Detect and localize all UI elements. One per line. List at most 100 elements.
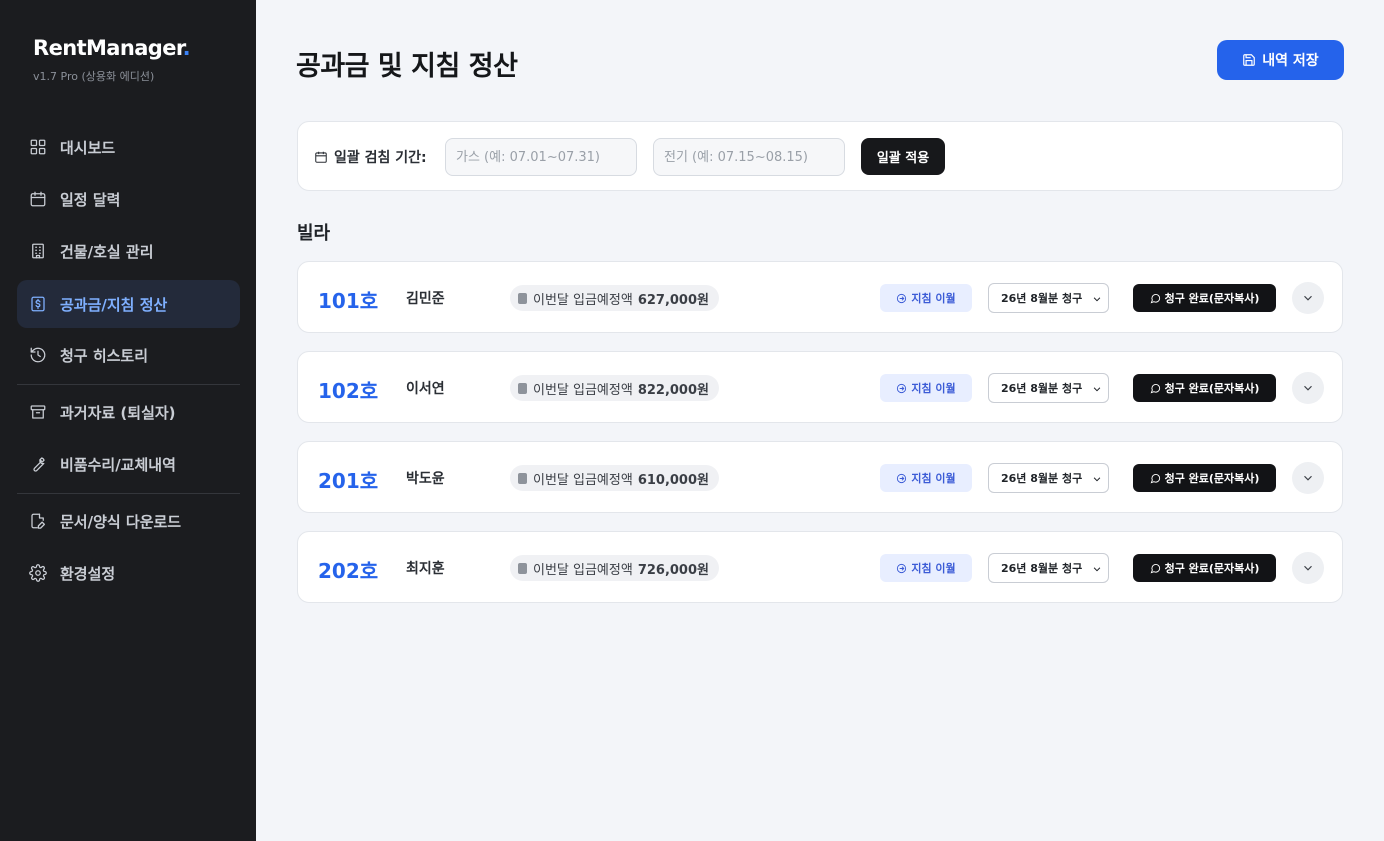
unit-card: 101호 김민준 이번달 입금예정액 627,000원 지침 이월 26년 8월분… — [297, 261, 1343, 333]
sidebar-item-documents[interactable]: 문서/양식 다운로드 — [17, 497, 240, 545]
chevron-down-icon — [1093, 297, 1101, 302]
billed-label: 청구 완료(문자복사) — [1164, 292, 1260, 305]
sidebar: RentManager. v1.7 Pro (상용화 에디션) 대시보드 일정 … — [0, 0, 256, 841]
receipt-icon — [518, 562, 527, 574]
sidebar-item-label: 공과금/지침 정산 — [60, 295, 168, 314]
save-history-button[interactable]: 내역 저장 — [1217, 40, 1344, 80]
bulk-apply-button[interactable]: 일괄 적용 — [861, 138, 945, 175]
sidebar-item-label: 일정 달력 — [60, 190, 121, 209]
sidebar-item-dashboard[interactable]: 대시보드 — [17, 123, 240, 171]
receipt-icon — [29, 295, 47, 313]
history-icon — [29, 346, 47, 364]
electric-period-input[interactable] — [653, 138, 845, 176]
message-icon — [1150, 563, 1160, 573]
unit-card: 201호 박도윤 이번달 입금예정액 610,000원 지침 이월 26년 8월분… — [297, 441, 1343, 513]
sidebar-item-label: 대시보드 — [60, 138, 116, 157]
carry-over-button[interactable]: 지침 이월 — [880, 374, 972, 402]
brand-logo: RentManager. — [33, 36, 191, 60]
billed-copy-sms-button[interactable]: 청구 완료(문자복사) — [1133, 554, 1276, 582]
billed-copy-sms-button[interactable]: 청구 완료(문자복사) — [1133, 464, 1276, 492]
deposit-badge: 이번달 입금예정액 627,000원 — [510, 285, 719, 311]
chevron-down-icon — [1304, 565, 1312, 571]
arrow-circle-right-icon — [897, 473, 907, 483]
version-label: v1.7 Pro (상용화 에디션) — [33, 70, 155, 83]
unit-card: 102호 이서연 이번달 입금예정액 822,000원 지침 이월 26년 8월분… — [297, 351, 1343, 423]
deposit-badge: 이번달 입금예정액 726,000원 — [510, 555, 719, 581]
billing-month-select[interactable]: 26년 8월분 청구 — [988, 553, 1109, 583]
carry-over-button[interactable]: 지침 이월 — [880, 284, 972, 312]
tenant-name: 김민준 — [406, 291, 445, 307]
calendar-icon — [29, 190, 47, 208]
sidebar-item-label: 과거자료 (퇴실자) — [60, 403, 176, 422]
expand-button[interactable] — [1292, 462, 1324, 494]
sidebar-item-buildings[interactable]: 건물/호실 관리 — [17, 227, 240, 275]
chevron-down-icon — [1304, 475, 1312, 481]
brand-dot: . — [182, 36, 191, 60]
sidebar-divider — [17, 493, 240, 494]
sidebar-item-label: 청구 히스토리 — [60, 346, 149, 365]
unit-number[interactable]: 101호 — [318, 285, 378, 314]
deposit-amount: 627,000원 — [637, 292, 709, 308]
receipt-icon — [518, 382, 527, 394]
message-icon — [1150, 383, 1160, 393]
carry-over-button[interactable]: 지침 이월 — [880, 554, 972, 582]
sidebar-item-history[interactable]: 청구 히스토리 — [17, 331, 240, 379]
unit-number[interactable]: 202호 — [318, 555, 378, 584]
billing-month-select[interactable]: 26년 8월분 청구 — [988, 283, 1109, 313]
expand-button[interactable] — [1292, 372, 1324, 404]
brand-name: RentManager — [33, 36, 183, 60]
billing-month-select[interactable]: 26년 8월분 청구 — [988, 463, 1109, 493]
billed-copy-sms-button[interactable]: 청구 완료(문자복사) — [1133, 374, 1276, 402]
page-title: 공과금 및 지침 정산 — [296, 51, 518, 82]
gas-period-input[interactable] — [445, 138, 637, 176]
chevron-down-icon — [1093, 387, 1101, 392]
tenant-name: 박도윤 — [406, 471, 445, 487]
sidebar-item-calendar[interactable]: 일정 달력 — [17, 175, 240, 223]
deposit-badge: 이번달 입금예정액 610,000원 — [510, 465, 719, 491]
sidebar-item-settings[interactable]: 환경설정 — [17, 549, 240, 597]
chevron-down-icon — [1093, 477, 1101, 482]
billing-month-value: 26년 8월분 청구 — [1001, 382, 1083, 395]
building-icon — [29, 242, 47, 260]
billing-month-select[interactable]: 26년 8월분 청구 — [988, 373, 1109, 403]
unit-number[interactable]: 201호 — [318, 465, 378, 494]
deposit-amount: 726,000원 — [637, 562, 709, 578]
deposit-label: 이번달 입금예정액 — [533, 472, 633, 488]
deposit-badge: 이번달 입금예정액 822,000원 — [510, 375, 719, 401]
sidebar-item-label: 문서/양식 다운로드 — [60, 512, 182, 531]
billing-month-value: 26년 8월분 청구 — [1001, 472, 1083, 485]
billed-copy-sms-button[interactable]: 청구 완료(문자복사) — [1133, 284, 1276, 312]
unit-number[interactable]: 102호 — [318, 375, 378, 404]
sidebar-item-archive[interactable]: 과거자료 (퇴실자) — [17, 388, 240, 436]
billed-label: 청구 완료(문자복사) — [1164, 562, 1260, 575]
sidebar-divider — [17, 384, 240, 385]
deposit-amount: 822,000원 — [637, 382, 709, 398]
carry-over-label: 지침 이월 — [911, 382, 956, 395]
save-button-label: 내역 저장 — [1262, 53, 1319, 69]
arrow-circle-right-icon — [897, 293, 907, 303]
carry-over-label: 지침 이월 — [911, 472, 956, 485]
receipt-icon — [518, 472, 527, 484]
expand-button[interactable] — [1292, 552, 1324, 584]
deposit-amount: 610,000원 — [637, 472, 709, 488]
unit-card: 202호 최지훈 이번달 입금예정액 726,000원 지침 이월 26년 8월분… — [297, 531, 1343, 603]
deposit-label: 이번달 입금예정액 — [533, 382, 633, 398]
billed-label: 청구 완료(문자복사) — [1164, 472, 1260, 485]
sidebar-item-repairs[interactable]: 비품수리/교체내역 — [17, 440, 240, 488]
message-icon — [1150, 293, 1160, 303]
sidebar-item-utilities[interactable]: 공과금/지침 정산 — [17, 280, 240, 328]
arrow-circle-right-icon — [897, 563, 907, 573]
carry-over-label: 지침 이월 — [911, 562, 956, 575]
message-icon — [1150, 473, 1160, 483]
sidebar-item-label: 비품수리/교체내역 — [60, 455, 176, 474]
calendar-icon — [315, 151, 327, 163]
sidebar-item-label: 환경설정 — [60, 564, 116, 583]
expand-button[interactable] — [1292, 282, 1324, 314]
filter-label: 일괄 검침 기간: — [314, 147, 427, 167]
receipt-icon — [518, 292, 527, 304]
grid-icon — [29, 138, 47, 156]
gear-icon — [29, 564, 47, 582]
carry-over-button[interactable]: 지침 이월 — [880, 464, 972, 492]
billing-month-value: 26년 8월분 청구 — [1001, 562, 1083, 575]
chevron-down-icon — [1304, 295, 1312, 301]
